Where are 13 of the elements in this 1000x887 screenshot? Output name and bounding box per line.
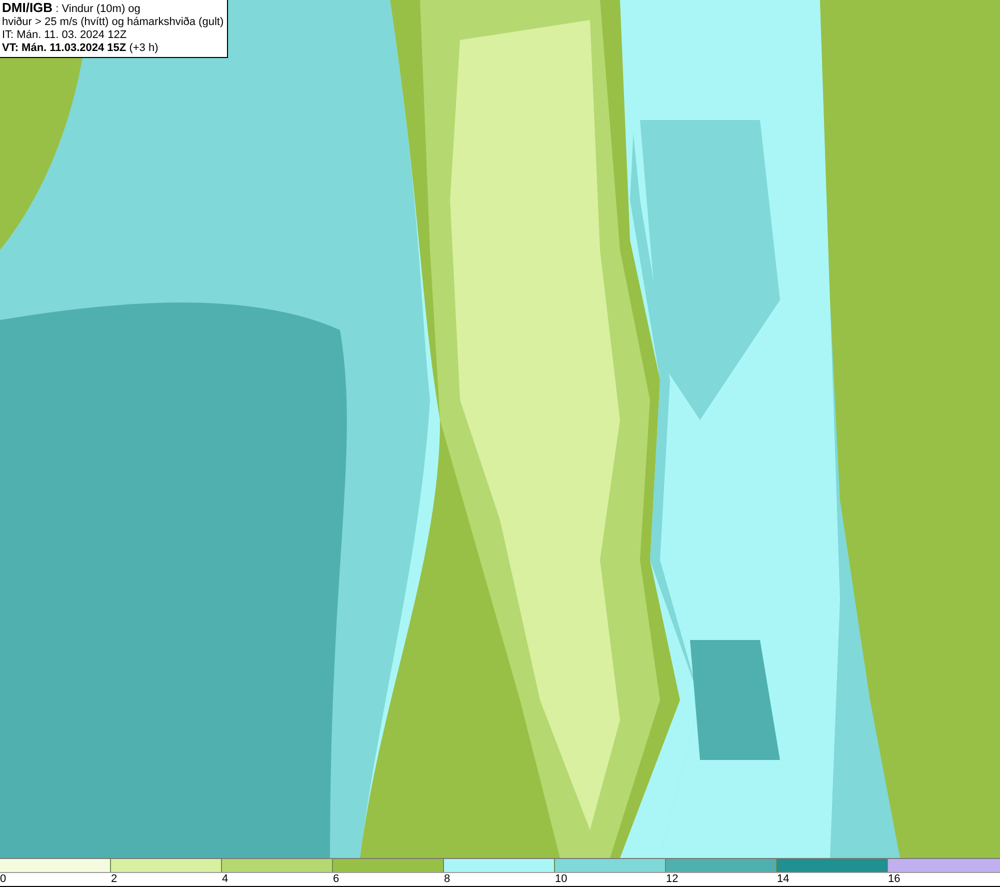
tick-label: 0	[0, 873, 6, 886]
legend-text: hviður > 25 m/s (hvítt) og hámarkshviða (gult)	[2, 16, 224, 29]
tick-label: 12	[666, 873, 678, 886]
tick-label: 6	[333, 873, 340, 886]
tick-label: 16	[888, 873, 900, 886]
tick-label: 10	[555, 873, 568, 886]
legend-text: VT: Mán. 11.03.2024 15Z (+3 h)	[2, 42, 160, 55]
tick-label: 2	[111, 873, 118, 886]
legend-text: DMI/IGB : Vindur (10m) og	[2, 1, 142, 16]
tick-label: 14	[777, 873, 790, 886]
legend-text: IT: Mán. 11. 03. 2024 12Z	[2, 29, 128, 42]
tick-label: 4	[222, 873, 228, 886]
tick-label: 8	[444, 873, 450, 886]
